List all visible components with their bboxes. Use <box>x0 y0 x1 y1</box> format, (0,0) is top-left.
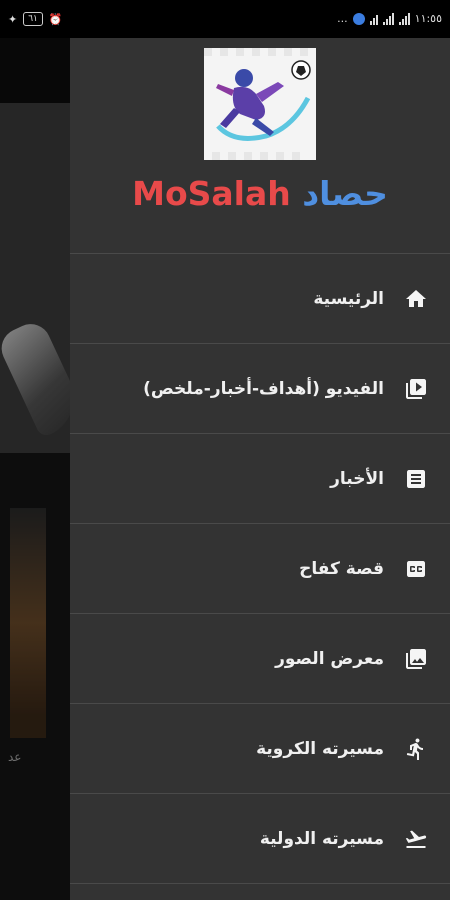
menu-item-label: الفيديو (أهداف-أخبار-ملخص) <box>143 378 384 399</box>
app-title-arabic: حصاد <box>302 174 388 213</box>
status-right: ... ١١:٥٥ <box>337 12 442 25</box>
bluetooth-icon <box>352 12 365 25</box>
home-icon <box>402 285 430 313</box>
menu-item-label: معرض الصور <box>275 648 384 669</box>
app-logo <box>204 48 316 160</box>
signal-icon-2 <box>398 12 410 25</box>
notification-icon: ✦ <box>8 12 18 26</box>
menu-item-label: الرئيسية <box>313 288 384 309</box>
wifi-icon <box>369 13 378 25</box>
menu-item-club-career[interactable]: مسيرته الكروية <box>70 703 450 793</box>
menu-item-gallery[interactable]: معرض الصور <box>70 613 450 703</box>
drawer-header: حصاد MoSalah <box>70 38 450 253</box>
photo-gallery-icon <box>402 645 430 673</box>
more-notifications: ... <box>337 12 348 25</box>
menu-item-label: قصة كفاح <box>299 558 384 579</box>
menu-item-international-career[interactable]: مسيرته الدولية <box>70 793 450 884</box>
navigation-drawer: حصاد MoSalah الرئيسية الفيديو (أهداف-أخب… <box>70 38 450 900</box>
drawer-menu: الرئيسية الفيديو (أهداف-أخبار-ملخص) الأخ… <box>70 253 450 884</box>
menu-item-label: مسيرته الدولية <box>259 828 384 849</box>
menu-item-label: مسيرته الكروية <box>256 738 384 759</box>
menu-item-video[interactable]: الفيديو (أهداف-أخبار-ملخص) <box>70 343 450 433</box>
menu-item-story[interactable]: قصة كفاح <box>70 523 450 613</box>
closed-caption-icon <box>402 555 430 583</box>
menu-item-news[interactable]: الأخبار <box>70 433 450 523</box>
alarm-icon: ⏰ <box>48 12 63 26</box>
signal-icon <box>382 12 394 25</box>
video-library-icon <box>402 375 430 403</box>
clock: ١١:٥٥ <box>414 12 442 25</box>
menu-item-home[interactable]: الرئيسية <box>70 253 450 343</box>
status-left: ✦ ٦١ ⏰ <box>8 12 63 26</box>
menu-item-label: الأخبار <box>330 468 384 489</box>
status-bar: ✦ ٦١ ⏰ ... ١١:٥٥ <box>0 0 450 38</box>
app-title: حصاد MoSalah <box>70 174 450 213</box>
battery-indicator: ٦١ <box>23 12 43 26</box>
app-title-english: MoSalah <box>132 174 291 213</box>
news-icon <box>402 465 430 493</box>
drawer-scrim[interactable] <box>0 38 70 900</box>
running-icon <box>402 735 430 763</box>
footballer-logo-icon <box>204 48 316 160</box>
flight-takeoff-icon <box>402 825 430 853</box>
